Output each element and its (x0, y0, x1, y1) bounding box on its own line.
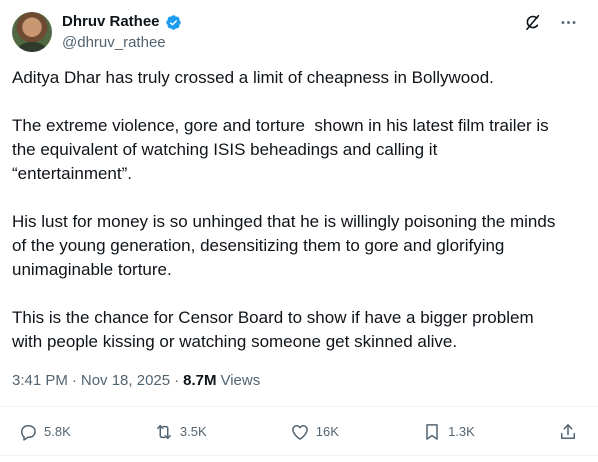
grok-icon[interactable] (522, 12, 542, 32)
meta-separator: · (71, 372, 77, 389)
author-display-name[interactable]: Dhruv Rathee (62, 12, 160, 32)
author-handle[interactable]: @dhruv_rathee (62, 33, 166, 53)
tweet-paragraph: Aditya Dhar has truly crossed a limit of… (12, 68, 494, 87)
divider (0, 406, 598, 407)
tweet-action-bar: 5.8K 3.5K 16K 1.3K (18, 422, 578, 442)
avatar-shoulders (17, 42, 47, 52)
share-icon (560, 424, 575, 439)
verified-badge-icon[interactable] (165, 14, 182, 31)
tweet-date[interactable]: Nov 18, 2025 (81, 371, 170, 391)
tweet-paragraph: This is the chance for Censor Board to s… (12, 308, 534, 351)
tweet-card: Dhruv Rathee @dhruv_rathee Aditya Dhar h… (0, 0, 598, 462)
views-label: Views (220, 372, 261, 389)
like-icon (291, 425, 308, 440)
author-name-row: Dhruv Rathee (62, 12, 182, 32)
like-count: 16K (315, 424, 339, 439)
repost-count: 3.5K (179, 424, 207, 439)
tweet-metadata: 3:41 PM · Nov 18, 2025 · 8.7M Views (12, 371, 260, 391)
repost-button[interactable]: 3.5K (154, 422, 207, 442)
next-section-edge (0, 455, 598, 462)
repost-icon (156, 425, 171, 439)
share-button[interactable] (558, 422, 578, 442)
reply-button[interactable]: 5.8K (18, 422, 71, 442)
bookmark-icon (426, 424, 438, 440)
bookmark-button[interactable]: 1.3K (422, 422, 475, 442)
meta-separator: · (174, 372, 180, 389)
reply-count: 5.8K (44, 424, 71, 439)
tweet-time[interactable]: 3:41 PM (12, 371, 68, 391)
avatar[interactable] (12, 12, 52, 52)
tweet-top-actions (522, 12, 578, 32)
tweet-paragraph: The extreme violence, gore and torture s… (12, 116, 549, 183)
more-icon[interactable] (558, 12, 578, 32)
reply-icon (21, 425, 36, 441)
like-button[interactable]: 16K (290, 422, 339, 442)
bookmark-count: 1.3K (448, 424, 475, 439)
tweet-text: Aditya Dhar has truly crossed a limit of… (12, 66, 586, 354)
tweet-paragraph: His lust for money is so unhinged that h… (12, 212, 556, 279)
views-count: 8.7M (183, 372, 217, 389)
